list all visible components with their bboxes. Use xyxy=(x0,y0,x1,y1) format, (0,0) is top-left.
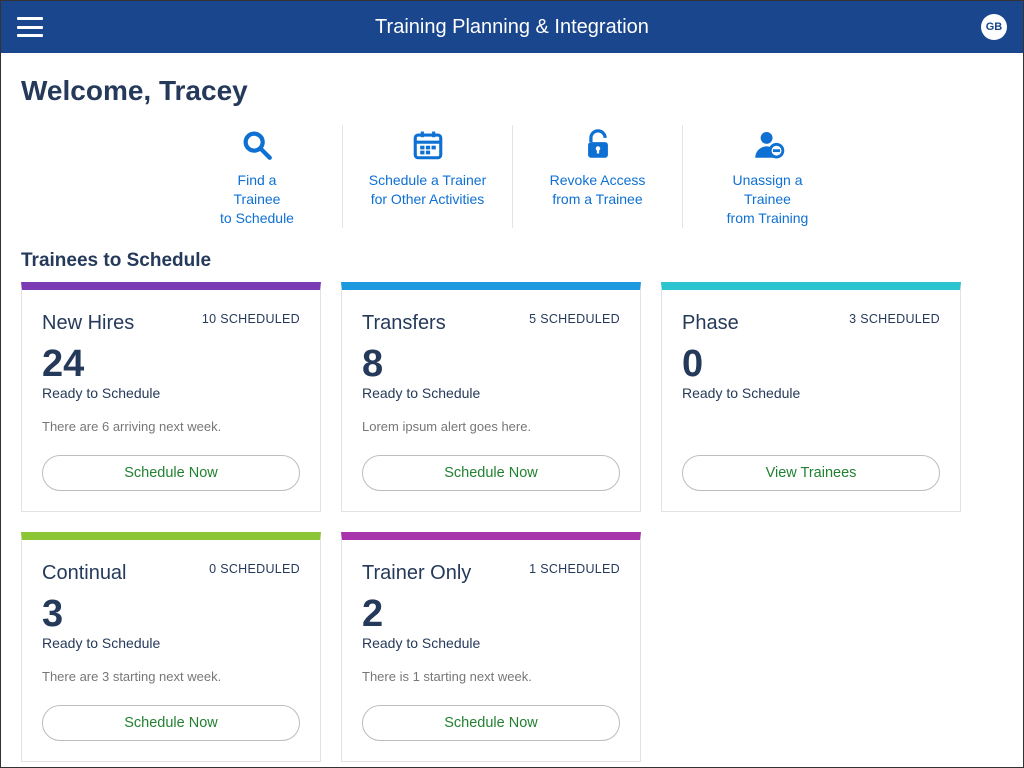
quick-link-label: Schedule a Trainerfor Other Activities xyxy=(363,171,492,209)
section-title: Trainees to Schedule xyxy=(21,250,1003,272)
card-title: Trainer Only xyxy=(362,562,471,585)
avatar[interactable]: GB xyxy=(981,14,1007,40)
card-alert: Lorem ipsum alert goes here. xyxy=(362,419,620,437)
card-ready: Ready to Schedule xyxy=(42,635,300,651)
card-ready: Ready to Schedule xyxy=(362,385,620,401)
quick-links: Find aTraineeto Schedule Schedule a Train… xyxy=(21,125,1003,228)
content: Welcome, Tracey Find aTraineeto Schedule… xyxy=(1,53,1023,767)
card-title: Transfers xyxy=(362,312,446,335)
card-transfers: Transfers 5 SCHEDULED 8 Ready to Schedule Lo… xyxy=(341,282,641,512)
card-alert: There are 6 arriving next week. xyxy=(42,419,300,437)
menu-icon[interactable] xyxy=(17,17,43,37)
card-count: 2 xyxy=(362,595,620,633)
card-button[interactable]: Schedule Now xyxy=(362,705,620,741)
card-phase: Phase 3 SCHEDULED 0 Ready to Schedule View T… xyxy=(661,282,961,512)
quick-link-label: Find aTraineeto Schedule xyxy=(192,171,322,228)
card-count: 8 xyxy=(362,345,620,383)
quick-link-label: Unassign aTraineefrom Training xyxy=(703,171,832,228)
card-scheduled: 5 SCHEDULED xyxy=(529,312,620,326)
page-title: Welcome, Tracey xyxy=(21,75,1003,107)
quick-link-lock[interactable]: Revoke Accessfrom a Trainee xyxy=(512,125,682,228)
user-minus-icon xyxy=(703,125,832,165)
card-alert xyxy=(682,419,940,437)
card-button[interactable]: Schedule Now xyxy=(42,705,300,741)
card-alert: There is 1 starting next week. xyxy=(362,669,620,687)
card-count: 0 xyxy=(682,345,940,383)
card-button[interactable]: Schedule Now xyxy=(362,455,620,491)
card-title: Phase xyxy=(682,312,739,335)
card-count: 24 xyxy=(42,345,300,383)
card-title: New Hires xyxy=(42,312,134,335)
card-trainer-only: Trainer Only 1 SCHEDULED 2 Ready to Schedul… xyxy=(341,532,641,762)
card-continual: Continual 0 SCHEDULED 3 Ready to Schedule Th… xyxy=(21,532,321,762)
card-scheduled: 3 SCHEDULED xyxy=(849,312,940,326)
card-scheduled: 0 SCHEDULED xyxy=(209,562,300,576)
app-header: Training Planning & Integration GB xyxy=(1,1,1023,53)
lock-icon xyxy=(533,125,662,165)
card-alert: There are 3 starting next week. xyxy=(42,669,300,687)
card-new-hires: New Hires 10 SCHEDULED 24 Ready to Schedule… xyxy=(21,282,321,512)
card-ready: Ready to Schedule xyxy=(682,385,940,401)
card-ready: Ready to Schedule xyxy=(362,635,620,651)
card-scheduled: 1 SCHEDULED xyxy=(529,562,620,576)
quick-link-search[interactable]: Find aTraineeto Schedule xyxy=(172,125,342,228)
cards-grid: New Hires 10 SCHEDULED 24 Ready to Schedule… xyxy=(21,282,1003,762)
card-title: Continual xyxy=(42,562,127,585)
card-button[interactable]: Schedule Now xyxy=(42,455,300,491)
card-count: 3 xyxy=(42,595,300,633)
search-icon xyxy=(192,125,322,165)
app-title: Training Planning & Integration xyxy=(375,16,649,39)
calendar-icon xyxy=(363,125,492,165)
card-ready: Ready to Schedule xyxy=(42,385,300,401)
quick-link-calendar[interactable]: Schedule a Trainerfor Other Activities xyxy=(342,125,512,228)
quick-link-user-minus[interactable]: Unassign aTraineefrom Training xyxy=(682,125,852,228)
card-scheduled: 10 SCHEDULED xyxy=(202,312,300,326)
card-button[interactable]: View Trainees xyxy=(682,455,940,491)
quick-link-label: Revoke Accessfrom a Trainee xyxy=(533,171,662,209)
content-scroll[interactable]: Welcome, Tracey Find aTraineeto Schedule… xyxy=(1,53,1023,767)
